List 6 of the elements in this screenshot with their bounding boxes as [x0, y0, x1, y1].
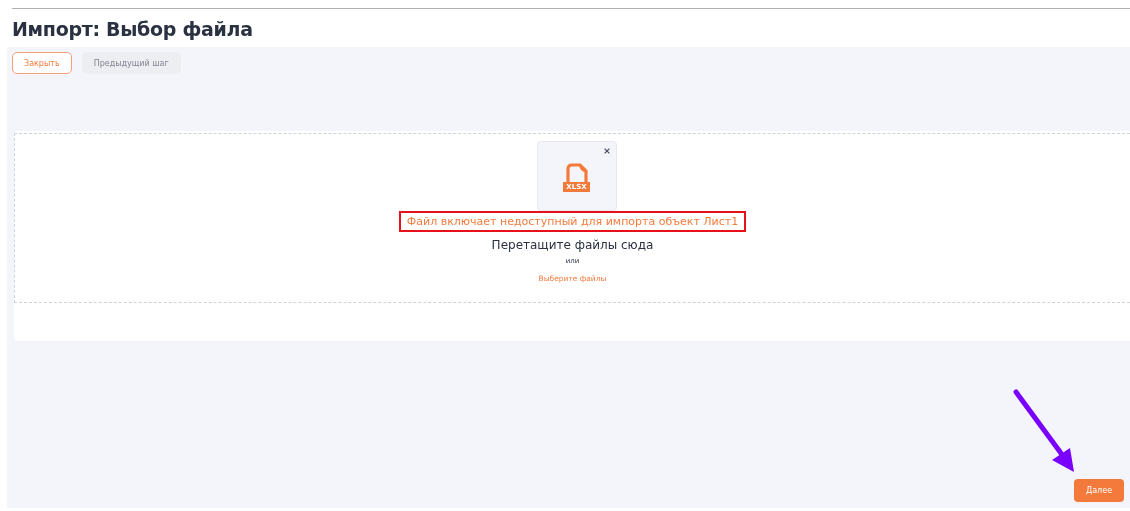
error-message: Файл включает недоступный для импорта объект Лист1 — [398, 211, 747, 232]
drop-hint: Перетащите файлы сюда — [491, 238, 654, 252]
toolbar-button[interactable]: Закрыть — [12, 52, 72, 74]
page-title: Импорт: Выбор файла — [12, 18, 254, 40]
close-icon[interactable] — [602, 147, 611, 155]
next-button[interactable]: Далее — [1074, 479, 1124, 502]
